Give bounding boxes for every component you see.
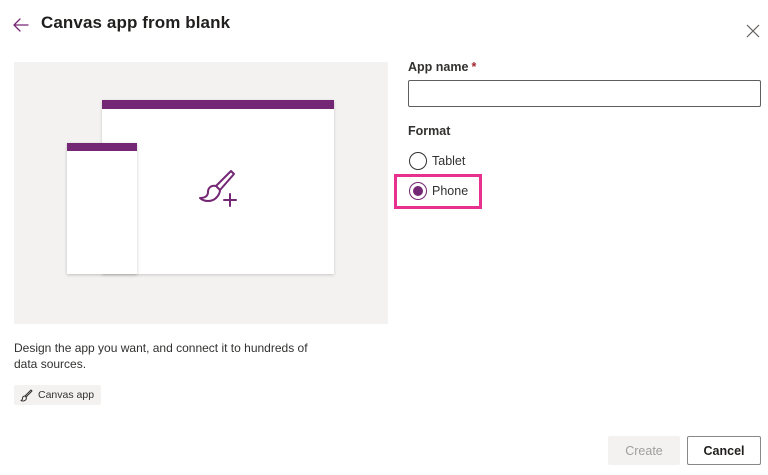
dialog-title: Canvas app from blank (41, 13, 231, 32)
format-option-tablet[interactable]: Tablet (409, 152, 465, 170)
phone-header-bar (67, 143, 137, 151)
app-name-label-text: App name (408, 60, 469, 74)
close-icon[interactable] (744, 22, 762, 40)
create-button[interactable]: Create (608, 436, 680, 465)
app-name-input[interactable] (408, 80, 761, 107)
back-arrow-icon[interactable] (10, 14, 32, 36)
phone-mockup (67, 143, 137, 274)
phone-option-label: Phone (432, 184, 469, 198)
tag-label: Canvas app (38, 389, 95, 401)
canvas-app-dialog: Canvas app from blank Design the app you… (0, 0, 768, 475)
cancel-button[interactable]: Cancel (687, 436, 761, 465)
format-label: Format (408, 124, 451, 138)
paintbrush-icon (20, 389, 33, 402)
app-description: Design the app you want, and connect it … (14, 341, 308, 371)
required-asterisk: * (471, 60, 477, 74)
app-name-label: App name * (408, 60, 476, 74)
tablet-header-bar (102, 100, 334, 109)
format-option-phone[interactable]: Phone (409, 182, 468, 200)
paintbrush-plus-icon (199, 170, 237, 207)
radio-checked-icon[interactable] (409, 182, 427, 200)
tablet-option-label: Tablet (432, 154, 466, 168)
canvas-app-tag: Canvas app (14, 385, 102, 405)
app-preview-illustration (14, 62, 388, 324)
radio-unchecked-icon[interactable] (409, 152, 427, 170)
